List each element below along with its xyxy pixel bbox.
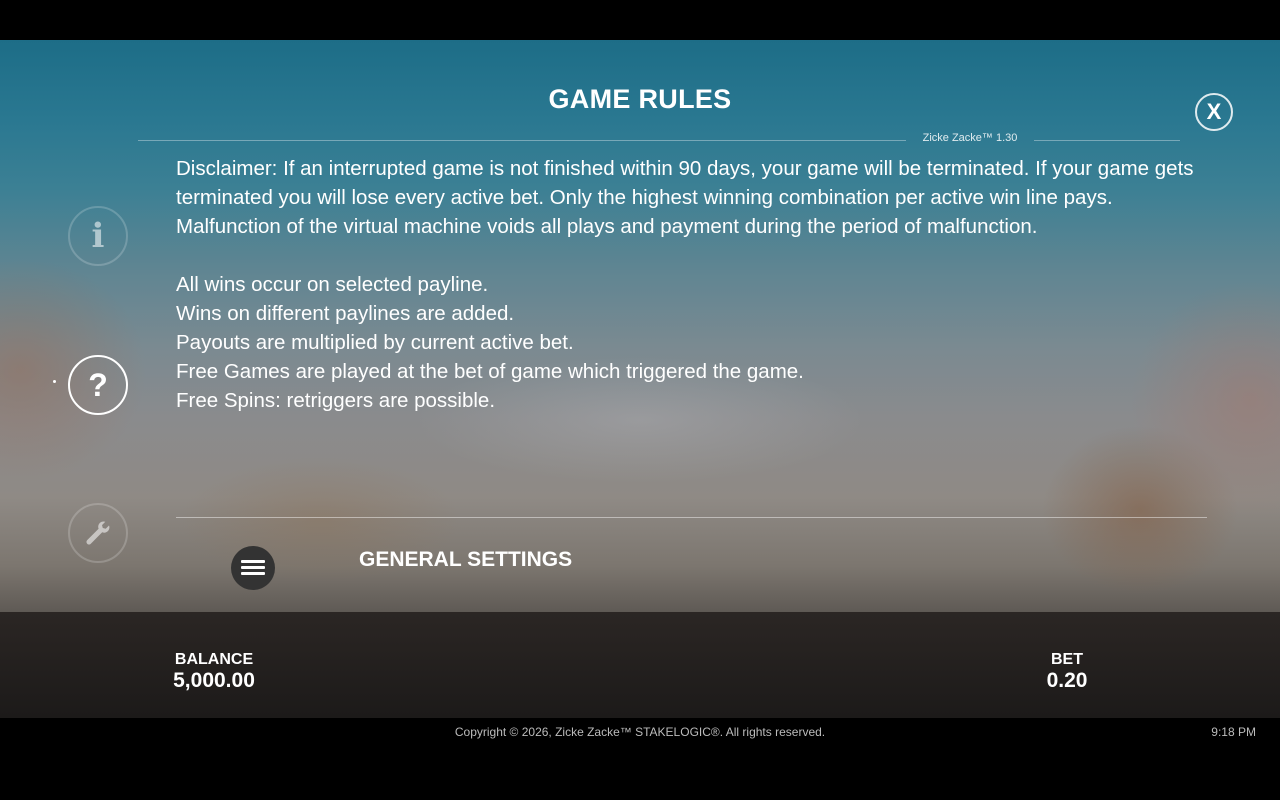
title-divider-left: [138, 140, 906, 141]
rule-line: Free Games are played at the bet of game…: [176, 360, 804, 383]
rules-content[interactable]: Disclaimer: If an interrupted game is no…: [176, 154, 1216, 510]
disclaimer-text: Disclaimer: If an interrupted game is no…: [176, 157, 1194, 238]
menu-icon: [241, 560, 265, 563]
title-divider-right: [1034, 140, 1180, 141]
bet-value: 0.20: [1046, 669, 1088, 692]
clock: 9:18 PM: [1211, 725, 1256, 739]
page-title: GAME RULES: [548, 84, 732, 114]
rule-line: All wins occur on selected payline.: [176, 273, 489, 296]
game-version: Zicke Zacke™ 1.30: [922, 132, 1018, 144]
bet-label: BET: [1051, 651, 1083, 668]
section-divider: [176, 517, 1207, 518]
active-indicator: [53, 380, 56, 383]
help-button[interactable]: ?: [68, 355, 128, 415]
info-button[interactable]: i: [68, 206, 128, 266]
menu-button[interactable]: [231, 546, 275, 590]
balance-value: 5,000.00: [173, 669, 255, 692]
rule-line: Free Spins: retriggers are possible.: [176, 389, 496, 412]
rule-line: Payouts are multiplied by current active…: [176, 331, 574, 354]
help-icon: ?: [88, 367, 108, 403]
close-icon: X: [1206, 99, 1222, 124]
general-settings-heading: GENERAL SETTINGS: [359, 548, 573, 571]
balance-label: BALANCE: [174, 651, 254, 668]
wrench-icon: [86, 521, 110, 545]
close-button[interactable]: X: [1195, 93, 1233, 131]
settings-button[interactable]: [68, 503, 128, 563]
info-icon: i: [91, 216, 105, 256]
rule-line: Wins on different paylines are added.: [176, 302, 515, 325]
balance-display: BALANCE 5,000.00: [160, 650, 268, 692]
bet-display: BET 0.20: [1026, 650, 1108, 692]
copyright-text: Copyright © 2026, Zicke Zacke™ STAKELOGI…: [454, 725, 826, 739]
